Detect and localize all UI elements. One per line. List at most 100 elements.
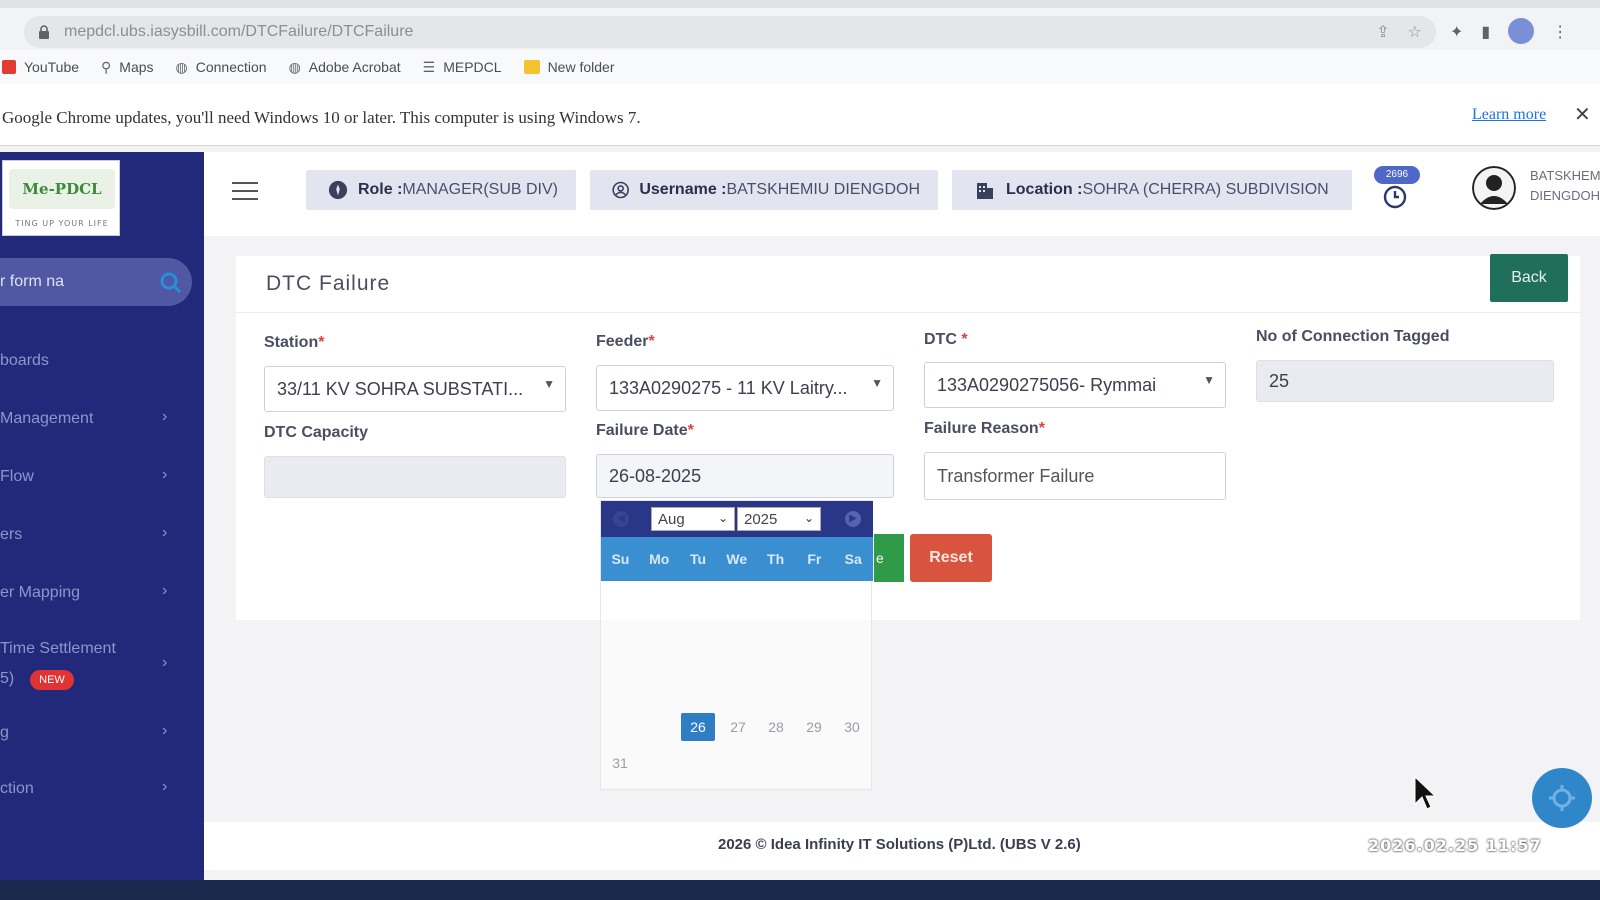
globe-icon: ◍: [288, 58, 301, 75]
chevron-right-icon: ›: [162, 466, 168, 483]
panel-divider: [236, 312, 1580, 313]
sidebar-item-management[interactable]: Management ›: [0, 400, 204, 440]
sidebar-item-dashboards[interactable]: boards: [0, 342, 204, 382]
dtc-failure-panel: DTC Failure: [236, 256, 1580, 620]
user-display-name[interactable]: BATSKHEMIU DIENGDOH: [1530, 166, 1600, 206]
chevron-right-icon: ›: [162, 654, 168, 671]
browser-toolbar: mepdcl.ubs.iasysbill.com/DTCFailure/DTCF…: [0, 8, 1600, 48]
side-panel-icon[interactable]: ▮: [1481, 22, 1490, 41]
chevron-right-icon: ›: [162, 778, 168, 795]
chevron-right-icon: ›: [162, 408, 168, 425]
sidebar-item-time-settlement[interactable]: Time Settlement 5) NEW ›: [0, 630, 204, 700]
calendar-day[interactable]: 28: [759, 713, 793, 741]
calendar-day[interactable]: 31: [603, 749, 637, 777]
datepicker-popup: ◀ Aug ⌄ 2025 ⌄ ▶ Su Mo Tu We Th Fr Sa 26 2…: [600, 500, 873, 790]
globe-icon: ◍: [175, 58, 188, 75]
calendar-day-faint[interactable]: [603, 585, 637, 613]
bookmark-connection[interactable]: ◍ Connection: [176, 59, 267, 76]
bookmark-maps[interactable]: ⚲ Maps: [101, 59, 154, 76]
station-label: Station*: [264, 334, 325, 351]
bookmarks-bar: YouTube ⚲ Maps ◍ Connection ◍ Adobe Acro…: [0, 50, 1600, 84]
dtc-label: DTC *: [924, 331, 968, 348]
notification-badge: 2696: [1374, 166, 1420, 184]
chevron-right-icon: ›: [162, 722, 168, 739]
prev-month-icon[interactable]: ◀: [613, 511, 629, 527]
sidebar-item-ers[interactable]: ers ›: [0, 516, 204, 556]
reset-button[interactable]: Reset: [910, 534, 992, 582]
chevron-down-icon: ⌄: [803, 511, 814, 525]
caret-down-icon: ▼: [1203, 373, 1215, 387]
mouse-cursor-icon: [1414, 776, 1436, 810]
chrome-update-infobar: Google Chrome updates, you'll need Windo…: [0, 84, 1600, 146]
failure-date-label: Failure Date*: [596, 422, 694, 439]
footer-copyright: 2026 © Idea Infinity IT Solutions (P)Ltd…: [718, 836, 1081, 853]
lock-icon: [38, 25, 50, 39]
calendar-day[interactable]: 30: [835, 713, 869, 741]
site-favicon-icon: ☰: [422, 58, 436, 75]
calendar-day[interactable]: 29: [797, 713, 831, 741]
clock-icon: [1383, 185, 1407, 209]
building-icon: [977, 183, 993, 199]
username-pill: Username :BATSKHEMIU DIENGDOH: [590, 170, 938, 210]
notification-button[interactable]: 2696: [1374, 166, 1428, 209]
company-logo[interactable]: Me-PDCL TING UP YOUR LIFE: [2, 160, 120, 236]
chrome-menu-icon[interactable]: ⋮: [1552, 22, 1568, 41]
save-button[interactable]: e: [874, 534, 904, 582]
feeder-select[interactable]: 133A0290275 - 11 KV Laitry... ▼: [596, 365, 894, 411]
youtube-icon: [2, 60, 16, 74]
profile-avatar[interactable]: [1508, 18, 1535, 44]
sidebar-item-mapping[interactable]: er Mapping ›: [0, 574, 204, 614]
failure-reason-label: Failure Reason*: [924, 420, 1045, 437]
sidebar-item-flow[interactable]: Flow ›: [0, 458, 204, 498]
back-button[interactable]: Back: [1490, 254, 1568, 302]
os-taskbar: [0, 880, 1600, 900]
search-icon[interactable]: [160, 272, 182, 294]
logo-tagline: TING UP YOUR LIFE: [15, 219, 109, 228]
next-month-icon[interactable]: ▶: [845, 511, 861, 527]
sidebar-item-ction[interactable]: ction ›: [0, 770, 204, 810]
menu-toggle-icon[interactable]: [232, 182, 258, 202]
close-icon[interactable]: ✕: [1574, 102, 1591, 127]
chevron-right-icon: ›: [162, 524, 168, 541]
calendar-day-selected[interactable]: 26: [681, 713, 715, 741]
dtc-capacity-field[interactable]: [264, 456, 566, 498]
sidebar-item-g[interactable]: g ›: [0, 714, 204, 754]
year-select[interactable]: 2025 ⌄: [737, 507, 821, 531]
weekday-row: Su Mo Tu We Th Fr Sa: [601, 537, 873, 581]
share-icon[interactable]: ⇪: [1376, 22, 1389, 41]
folder-icon: [523, 60, 540, 74]
datepicker-header: ◀ Aug ⌄ 2025 ⌄ ▶: [601, 501, 873, 537]
station-select[interactable]: 33/11 KV SOHRA SUBSTATI... ▼: [264, 366, 566, 412]
failure-date-input[interactable]: 26-08-2025: [596, 454, 894, 498]
address-bar[interactable]: mepdcl.ubs.iasysbill.com/DTCFailure/DTCF…: [24, 16, 1436, 48]
app-header: Role :MANAGER(SUB DIV) Username :BATSKHE…: [204, 152, 1600, 236]
learn-more-link[interactable]: Learn more: [1472, 106, 1546, 124]
role-pill: Role :MANAGER(SUB DIV): [306, 170, 576, 210]
caret-down-icon: ▼: [871, 376, 883, 390]
feeder-label: Feeder*: [596, 333, 655, 350]
failure-reason-input[interactable]: Transformer Failure: [924, 452, 1226, 500]
bookmark-star-icon[interactable]: ☆: [1408, 22, 1422, 41]
calendar-day[interactable]: 27: [721, 713, 755, 741]
location-pill: Location :SOHRA (CHERRA) SUBDIVISION: [952, 170, 1352, 210]
user-avatar[interactable]: [1472, 166, 1516, 210]
connections-field: 25: [1256, 360, 1554, 402]
role-icon: [328, 180, 348, 200]
sidebar: Me-PDCL TING UP YOUR LIFE boards Managem…: [0, 152, 204, 900]
photo-timestamp: 2026.02.25 11:57: [1368, 836, 1542, 855]
dtc-select[interactable]: 133A0290275056- Rymmai ▼: [924, 362, 1226, 408]
bookmark-mepdcl[interactable]: ☰ MEPDCL: [423, 59, 502, 76]
gear-icon: [1549, 785, 1575, 811]
browser-tab-strip: [0, 0, 1600, 8]
logo-mark: Me-PDCL: [9, 169, 115, 209]
month-select[interactable]: Aug ⌄: [651, 507, 735, 531]
settings-fab[interactable]: [1532, 768, 1592, 828]
bookmark-adobe-acrobat[interactable]: ◍ Adobe Acrobat: [289, 59, 401, 76]
page-title: DTC Failure: [266, 272, 391, 295]
infobar-message: Google Chrome updates, you'll need Windo…: [2, 108, 641, 127]
bookmark-youtube[interactable]: YouTube: [2, 59, 79, 75]
bookmark-new-folder[interactable]: New folder: [523, 59, 614, 75]
extensions-icon[interactable]: ✦: [1450, 22, 1463, 41]
map-pin-icon: ⚲: [101, 58, 112, 75]
sidebar-search-input[interactable]: [0, 270, 150, 294]
